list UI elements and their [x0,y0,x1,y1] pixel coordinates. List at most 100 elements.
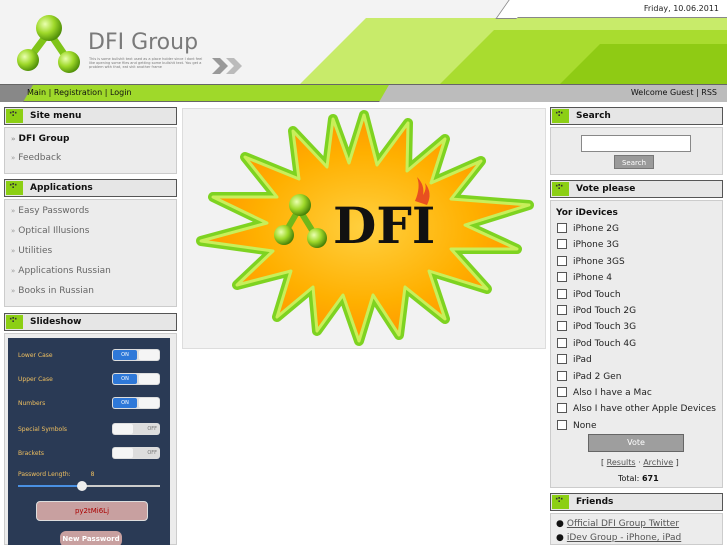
poll-option-label: iPhone 4 [573,273,612,284]
poll-option[interactable]: Also I have a Mac [557,387,652,398]
slide-option-label: Special Symbols [18,426,68,433]
current-date: Friday, 10.06.2011 [643,4,719,13]
menu-item-books-in-russian[interactable]: » Books in Russian [11,286,94,296]
checkbox[interactable] [557,321,567,332]
slider-fill [18,485,82,487]
nav-main-link[interactable]: Main [27,88,46,97]
bullet-icon [552,109,569,123]
checkbox[interactable] [557,337,567,348]
results-link[interactable]: Results [607,458,636,467]
vote-button[interactable]: Vote [588,434,684,452]
friends-header: Friends [550,493,723,511]
poll-option[interactable]: iPhone 3GS [557,255,625,267]
vote-header: Vote please [550,180,723,198]
poll-question: Yor iDevices [556,208,618,218]
new-password-button: New Password [60,531,122,545]
block-title: Applications [30,183,93,193]
checkbox[interactable] [557,370,567,381]
rss-link[interactable]: RSS [701,88,717,97]
poll-option[interactable]: iPod Touch 2G [557,305,636,316]
poll-option-label: iPod Touch 2G [573,306,637,316]
double-chevron-icon [212,58,242,74]
poll-option[interactable]: iPod Touch 3G [557,321,636,332]
center-logo-text: DFI [333,196,435,255]
slide-option-label: Upper Case [18,376,53,383]
poll-option[interactable]: None [557,419,597,431]
applications-menu: » Easy Passwords » Optical Illusions » Util… [4,199,177,307]
menu-item-utilities[interactable]: » Utilities [11,246,52,256]
poll-option-label: Also I have other Apple Devices [573,404,716,415]
checkbox[interactable] [557,305,567,315]
menu-item-feedback[interactable]: » Feedback [11,153,61,163]
site-brand[interactable]: DFI Group [88,30,198,55]
poll-option[interactable]: iPad 2 Gen [557,370,621,382]
checkbox[interactable] [557,288,567,299]
nav-bar: Main | Registration | Login Welcome Gues… [0,84,727,102]
site-menu-header: Site menu [4,107,177,125]
page-header: Friday, 10.06.2011 DFI Group This is som… [0,0,727,84]
chevron-right-icon: » [11,207,16,215]
toggle-switch: OFF [112,447,160,459]
nav-separator: | [696,88,699,97]
chevron-right-icon: » [11,135,16,143]
chevron-right-icon: » [11,267,16,275]
checkbox[interactable] [557,272,567,283]
poll-option[interactable]: Also I have other Apple Devices [557,403,716,414]
archive-link[interactable]: Archive [643,458,673,467]
user-greeting: Welcome Guest | RSS [631,88,717,97]
checkbox[interactable] [557,223,567,233]
poll-option-label: iPhone 3G [573,240,619,251]
block-title: Vote please [576,184,636,194]
nav-registration-link[interactable]: Registration [54,88,102,97]
poll-option-label: iPod Touch [573,289,621,300]
toggle-switch: ON [112,397,160,409]
block-title: Slideshow [30,317,82,327]
dfi-starburst-logo-icon: DFI [196,110,534,346]
poll-option-label: None [573,420,597,431]
friend-link-twitter[interactable]: ● Official DFI Group Twitter [556,519,679,529]
checkbox[interactable] [557,387,567,397]
poll-links: [ Results · Archive ] [601,458,679,467]
poll-option[interactable]: iPhone 2G [557,223,619,234]
poll-option[interactable]: iPhone 3G [557,239,619,250]
nav-separator: | [48,88,52,97]
slider-knob [76,481,87,491]
poll-option-label: iPhone 3GS [573,256,625,267]
checkbox[interactable] [557,255,567,266]
chevron-right-icon: » [11,247,16,255]
menu-item-easy-passwords[interactable]: » Easy Passwords [11,206,89,216]
bullet-icon [552,182,569,196]
menu-item-applications-russian[interactable]: » Applications Russian [11,266,111,276]
search-button[interactable]: Search [614,155,654,169]
slide-option-label: Numbers [18,400,46,407]
menu-item-optical-illusions[interactable]: » Optical Illusions [11,226,89,236]
poll-option[interactable]: iPod Touch [557,288,621,300]
welcome-text: Welcome Guest [630,88,694,97]
slider-track [18,481,160,491]
nav-login-link[interactable]: Login [110,88,132,97]
block-title: Site menu [30,111,82,121]
search-input[interactable] [581,135,691,152]
poll-option[interactable]: iPod Touch 4G [557,337,637,349]
date-bar: Friday, 10.06.2011 [512,0,727,18]
checkbox[interactable] [557,239,567,250]
checkbox[interactable] [557,354,567,365]
block-title: Search [576,111,611,121]
menu-item-dfi-group[interactable]: » DFI Group [11,134,70,144]
site-tagline: This is some bullshit text used as a pla… [89,57,203,69]
checkbox[interactable] [557,403,567,414]
poll-option[interactable]: iPad [557,354,592,365]
poll-option[interactable]: iPhone 4 [557,272,612,283]
toggle-switch: ON [112,349,160,361]
friend-link-idev[interactable]: ● iDev Group - iPhone, iPad [556,533,681,543]
bullet-dot-icon: ● [556,519,564,529]
main-nav: Main | Registration | Login [27,88,132,97]
slideshow-image[interactable]: Lower Case ON Upper Case ON Numbers ON S… [8,338,170,545]
dfi-logo-icon[interactable] [16,10,82,76]
slide-option-label: Lower Case [18,352,53,359]
slide-length-label: Password Length: 8 [18,471,95,478]
poll-option-label: iPod Touch 4G [573,338,637,349]
bullet-icon [6,109,23,123]
checkbox[interactable] [557,419,567,430]
poll-option-label: Also I have a Mac [573,388,652,398]
